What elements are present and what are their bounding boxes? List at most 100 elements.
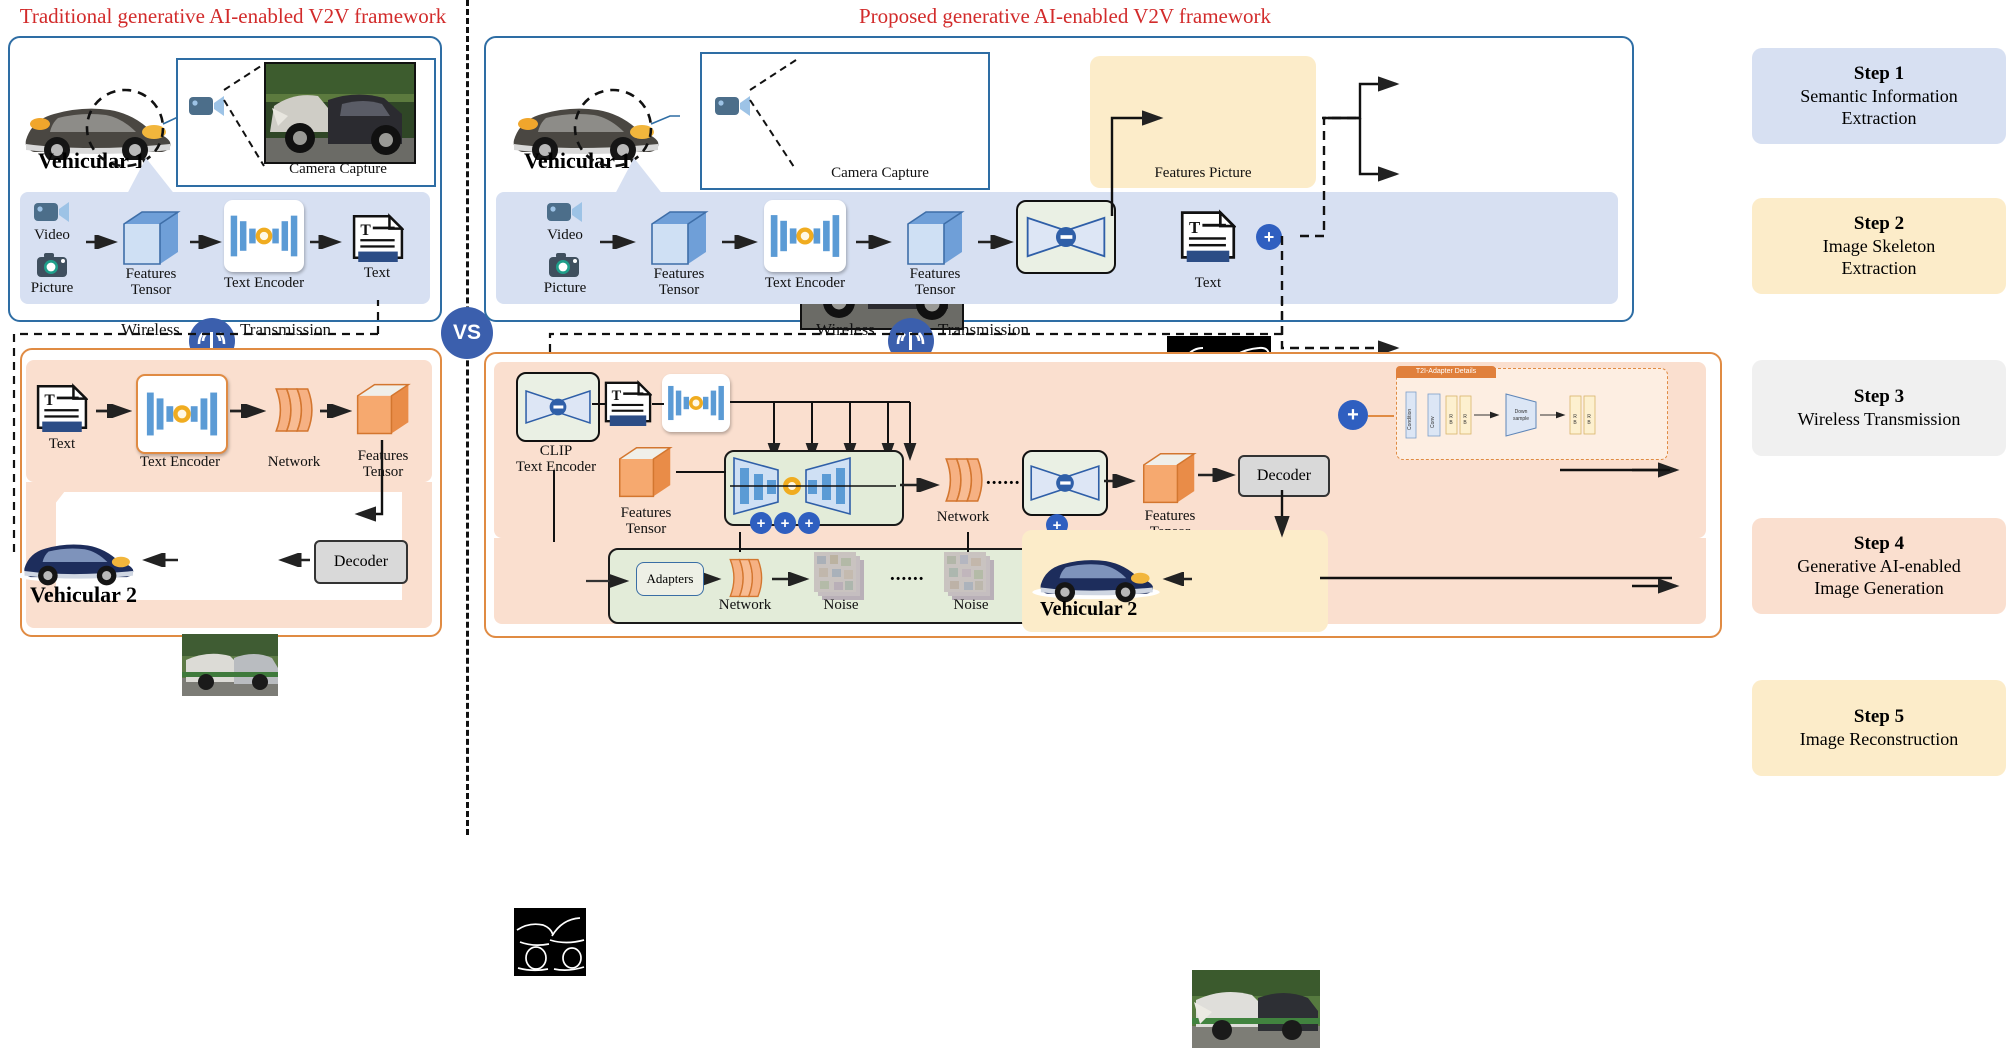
left-rx-text-doc-icon (36, 382, 88, 437)
t2i-adapter-details-title: T2I-Adapter Details (1396, 366, 1496, 378)
left-features-tensor-label: Features Tensor (125, 266, 177, 299)
left-rx-features-tensor-icon (352, 380, 414, 445)
gen-features-tensor-out-icon (1138, 450, 1200, 513)
left-decoder-arrow (278, 553, 310, 567)
step-1-line1: Semantic Information (1800, 85, 1958, 106)
right-features-tensor1-icon (646, 208, 712, 270)
adapter-network-label: Network (718, 597, 772, 613)
unet-plus-3: + (798, 512, 820, 534)
left-arrow-1 (86, 235, 118, 249)
skeleton-to-adapters-arrow (586, 574, 630, 588)
right-band-pointer (614, 158, 664, 196)
gen-unet-dots: ...... (986, 468, 1021, 489)
right-picture-label: Picture (543, 280, 587, 296)
t2i-plus-connector (1368, 415, 1394, 417)
clip-text-encoder-icon (516, 372, 600, 442)
photo-to-vehicle-arrow (1162, 572, 1192, 586)
step-1-card[interactable]: Step 1 Semantic Information Extraction (1752, 48, 2006, 144)
left-camera-capture-label: Camera Capture (289, 161, 387, 177)
step-1-line2: Extraction (1841, 107, 1917, 128)
step-2-line1: Image Skeleton (1822, 235, 1936, 256)
right-picture-icon (548, 250, 581, 280)
right-framework-title: Proposed generative AI-enabled V2V frame… (858, 4, 1272, 28)
svg-text:Conv: Conv (1430, 416, 1436, 428)
adapters-box: Adapters (636, 562, 704, 596)
step-5-line1: Image Reconstruction (1799, 728, 1959, 749)
svg-text:Down: Down (1515, 409, 1528, 415)
right-arrow-3 (856, 235, 892, 249)
left-rx-text-encoder-label: Text Encoder (139, 454, 221, 470)
left-picture-label: Picture (30, 280, 74, 296)
step-5-card[interactable]: Step 5 Image Reconstruction (1752, 680, 2006, 776)
right-arrow-1 (600, 235, 636, 249)
gen-network-label: Network (936, 509, 990, 525)
left-text-doc-icon (352, 212, 404, 267)
left-vehicle2-label: Vehicular 2 (30, 582, 137, 607)
left-camera-icon (188, 92, 226, 120)
step4-feed-line (1560, 468, 1670, 472)
left-video-icon (33, 198, 71, 226)
left-rx-arrow-2 (230, 404, 267, 418)
unet-plus-2: + (774, 512, 796, 534)
left-rx-text-label: Text (48, 436, 76, 452)
right-video-label: Video (547, 227, 583, 243)
left-text-encoder-label: Text Encoder (223, 275, 305, 291)
decoder-to-photo-path (1274, 490, 1290, 538)
step-1-number: Step 1 (1853, 63, 1905, 85)
right-text-encoder-icon (764, 200, 846, 272)
gen-network-icon (942, 452, 984, 513)
left-decoder-box: Decoder (314, 540, 408, 584)
vae-to-tensor-arrow (1104, 474, 1136, 488)
step-3-card[interactable]: Step 3 Wireless Transmission (1752, 360, 2006, 456)
network-to-noise-arrow (772, 572, 810, 586)
left-recon-arrow (142, 553, 178, 567)
right-reconstructed-photo (1192, 970, 1320, 1048)
step-5-number: Step 5 (1853, 706, 1905, 728)
t2i-plus-label: + (1347, 403, 1359, 426)
tensor-to-decoder-arrow (1198, 468, 1236, 482)
step-3-line1: Wireless Transmission (1797, 408, 1961, 429)
noise-first-label: Noise (823, 597, 859, 613)
unet-plus-2-label: + (780, 514, 790, 532)
left-rx-text-encoder-icon (136, 374, 228, 454)
left-arrow-3 (310, 235, 342, 249)
unet-glyph (730, 456, 896, 516)
step-4-number: Step 4 (1853, 533, 1905, 555)
t2i-plus-badge: + (1338, 400, 1368, 430)
noise-dots: ...... (890, 564, 925, 585)
svg-text:sample: sample (1513, 416, 1529, 422)
unet-to-network-arrow (900, 478, 940, 492)
right-video-icon (546, 198, 584, 226)
adapters-label: Adapters (646, 571, 694, 586)
left-rx-network-icon (272, 382, 314, 443)
left-rx-network-label: Network (267, 454, 321, 470)
clip-chain-connectors (592, 403, 664, 405)
step-2-number: Step 2 (1853, 213, 1905, 235)
step-4-line1: Generative AI-enabled (1797, 555, 1961, 576)
left-features-tensor-icon (118, 208, 184, 270)
svg-text:Condition: Condition (1407, 409, 1413, 430)
left-reconstructed-photo (182, 634, 278, 696)
right-text-encoder-label: Text Encoder (764, 275, 846, 291)
left-crash-photo (264, 62, 416, 164)
right-features-tensor1-label: Features Tensor (653, 266, 705, 299)
unet-plus-1: + (750, 512, 772, 534)
left-vehicle2-car-icon (14, 524, 142, 588)
gen-features-tensor-in-icon (614, 444, 676, 507)
gen-vae-decoder-icon (1022, 450, 1108, 516)
t2i-adapter-inner-diagram: Condition Conv R B R B Down sample R B R… (1405, 391, 1596, 439)
left-framework-title: Traditional generative AI-enabled V2V fr… (19, 4, 447, 28)
step5-feed-line (1320, 576, 1672, 580)
right-features-tensor2-icon (902, 208, 968, 270)
clip-to-skeleton-line (553, 470, 555, 542)
left-video-label: Video (34, 227, 70, 243)
right-arrow-4 (978, 235, 1014, 249)
right-camera-fov-lines (749, 59, 797, 171)
left-picture-icon (36, 250, 69, 280)
right-vehicle2-car-icon (1030, 540, 1162, 604)
right-camera-capture-label: Camera Capture (831, 165, 929, 181)
noise-last-label: Noise (953, 597, 989, 613)
step-4-card[interactable]: Step 4 Generative AI-enabled Image Gener… (1752, 518, 2006, 614)
step-3-number: Step 3 (1853, 386, 1905, 408)
step-2-card[interactable]: Step 2 Image Skeleton Extraction (1752, 198, 2006, 294)
